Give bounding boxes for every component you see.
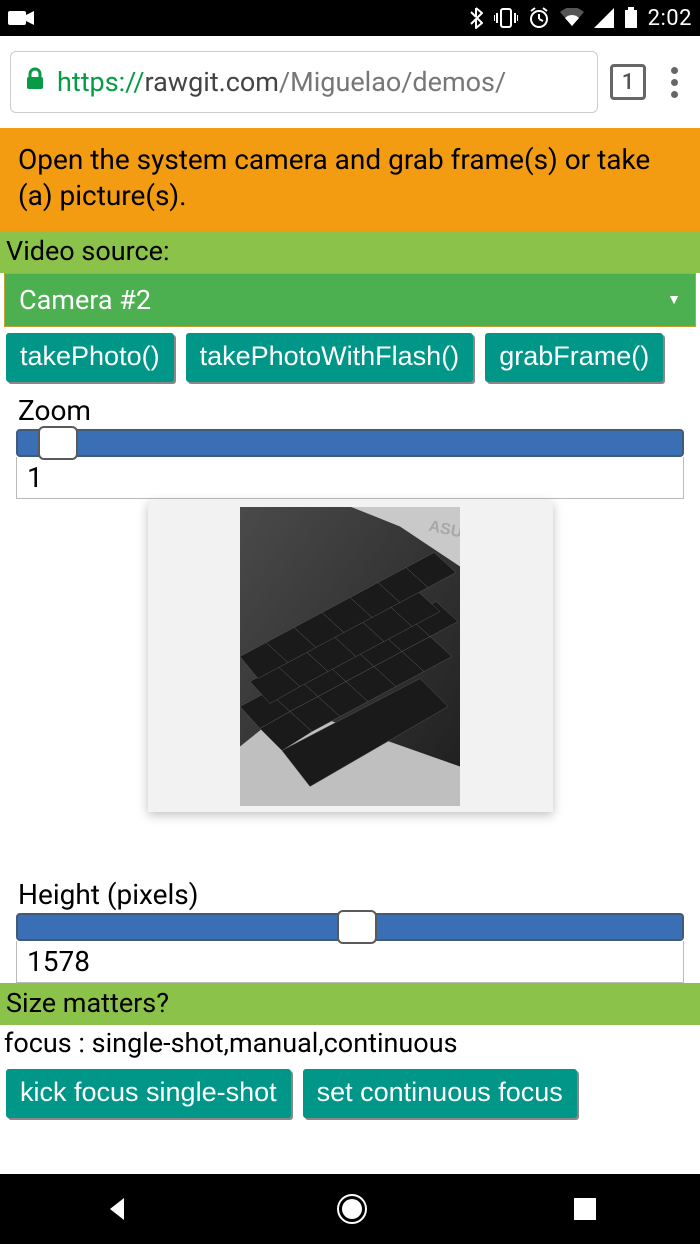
take-photo-flash-button[interactable]: takePhotoWithFlash() bbox=[186, 333, 474, 382]
alarm-icon bbox=[528, 7, 550, 29]
url-bar[interactable]: https://rawgit.com/Miguelao/demos/ bbox=[10, 51, 598, 113]
height-label: Height (pixels) bbox=[18, 878, 682, 911]
video-source-select[interactable]: Camera #2 ▼ bbox=[4, 273, 696, 327]
url-path: /Miguelao/demos/ bbox=[279, 66, 506, 98]
bluetooth-icon bbox=[470, 7, 484, 29]
video-source-label: Video source: bbox=[0, 231, 700, 273]
back-icon[interactable] bbox=[102, 1194, 132, 1224]
tabs-button[interactable]: 1 bbox=[610, 64, 646, 100]
browser-toolbar: https://rawgit.com/Miguelao/demos/ 1 bbox=[0, 36, 700, 128]
height-value: 1578 bbox=[16, 941, 684, 983]
recents-icon[interactable] bbox=[572, 1196, 598, 1222]
size-matters-label: Size matters? bbox=[0, 983, 700, 1025]
android-status-bar: 2:02 bbox=[0, 0, 700, 36]
android-nav-bar bbox=[0, 1174, 700, 1244]
url-host: rawgit.com bbox=[145, 66, 280, 98]
url-scheme: https:// bbox=[57, 66, 145, 98]
overflow-menu-icon[interactable] bbox=[658, 67, 690, 98]
zoom-slider[interactable] bbox=[16, 429, 684, 457]
wifi-icon bbox=[560, 8, 584, 28]
kick-focus-button[interactable]: kick focus single-shot bbox=[6, 1069, 291, 1118]
camera-preview-frame: ASUS bbox=[148, 501, 553, 812]
grab-frame-button[interactable]: grabFrame() bbox=[485, 333, 663, 382]
focus-modes-text: focus : single-shot,manual,continuous bbox=[0, 1025, 700, 1063]
home-icon[interactable] bbox=[335, 1192, 369, 1226]
height-slider-thumb[interactable] bbox=[337, 910, 377, 944]
vibrate-icon bbox=[494, 7, 518, 29]
instruction-banner: Open the system camera and grab frame(s)… bbox=[0, 128, 700, 231]
take-photo-button[interactable]: takePhoto() bbox=[6, 333, 174, 382]
chevron-down-icon: ▼ bbox=[667, 291, 681, 308]
camcorder-icon bbox=[8, 9, 34, 27]
height-slider[interactable] bbox=[16, 913, 684, 941]
zoom-slider-thumb[interactable] bbox=[38, 426, 78, 460]
video-source-selected: Camera #2 bbox=[19, 284, 151, 316]
battery-icon bbox=[624, 7, 638, 29]
lock-icon bbox=[25, 66, 45, 98]
page-body: Open the system camera and grab frame(s)… bbox=[0, 128, 700, 1124]
status-clock: 2:02 bbox=[648, 6, 692, 31]
camera-preview-image: ASUS bbox=[240, 507, 460, 806]
zoom-value: 1 bbox=[16, 457, 684, 499]
tab-count: 1 bbox=[622, 70, 635, 95]
cell-signal-icon bbox=[594, 8, 614, 28]
zoom-label: Zoom bbox=[18, 394, 682, 427]
set-continuous-focus-button[interactable]: set continuous focus bbox=[303, 1069, 577, 1118]
